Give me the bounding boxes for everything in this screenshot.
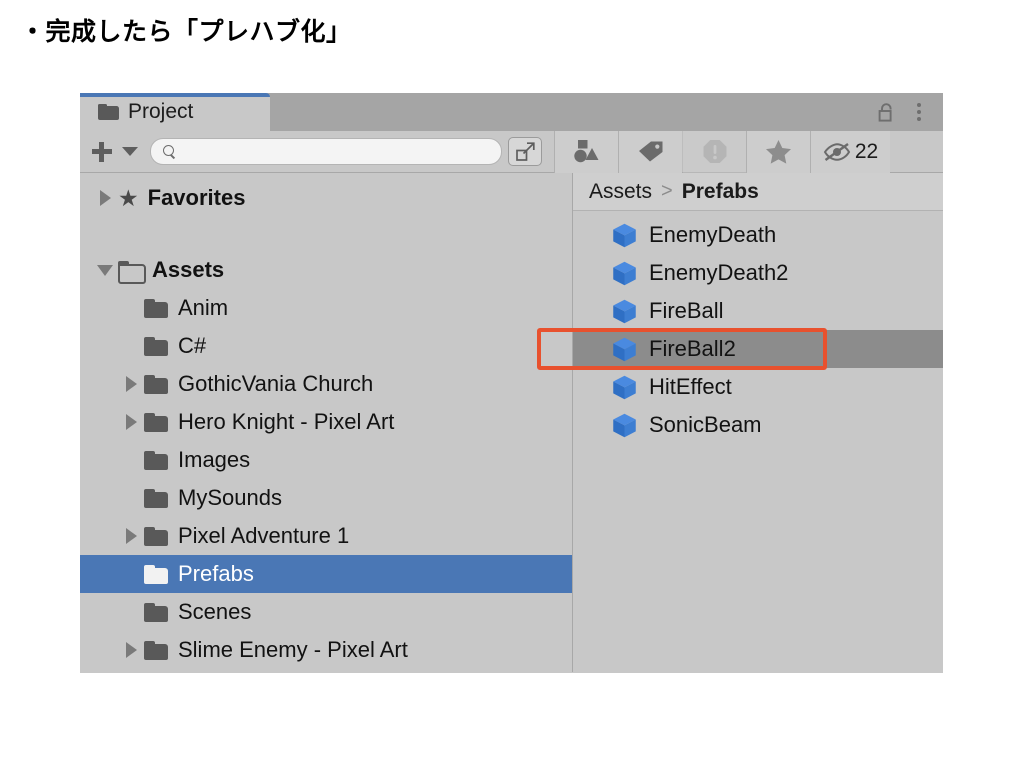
folder-open-icon — [118, 260, 146, 284]
search-input[interactable] — [182, 143, 482, 160]
project-toolbar: 22 — [80, 130, 943, 173]
asset-row-hiteffect[interactable]: HitEffect — [573, 368, 943, 406]
chevron-right-icon[interactable] — [92, 190, 118, 206]
project-body: ★ Favorites Assets Anim C# GothicVania C… — [80, 173, 943, 672]
expand-collapse-icon[interactable] — [508, 137, 542, 166]
filter-warnings-icon[interactable] — [682, 130, 746, 173]
search-icon — [163, 145, 176, 158]
breadcrumb-current[interactable]: Prefabs — [682, 180, 759, 204]
chevron-right-icon[interactable] — [118, 528, 144, 544]
prefab-cube-icon — [613, 299, 636, 323]
tree-item-label: Pixel Adventure 1 — [178, 523, 350, 548]
tree-item-label: Prefabs — [178, 561, 254, 586]
tree-item-assets[interactable]: Assets — [80, 251, 572, 289]
search-field[interactable] — [150, 138, 502, 165]
prefab-cube-icon — [613, 223, 636, 247]
asset-label: HitEffect — [649, 374, 732, 399]
tree-item-csharp[interactable]: C# — [80, 327, 572, 365]
folder-tree-pane: ★ Favorites Assets Anim C# GothicVania C… — [80, 173, 573, 672]
asset-row-fireball2[interactable]: FireBall2 — [537, 328, 943, 370]
filter-by-label-icon[interactable] — [618, 130, 682, 173]
tree-item-hero-knight[interactable]: Hero Knight - Pixel Art — [80, 403, 572, 441]
filter-button-group: 22 — [554, 130, 890, 173]
tree-item-mysounds[interactable]: MySounds — [80, 479, 572, 517]
breadcrumb: Assets > Prefabs — [573, 173, 943, 211]
asset-row-enemydeath2[interactable]: EnemyDeath2 — [573, 254, 943, 292]
asset-list: EnemyDeath EnemyDeath2 FireBall FireBall… — [537, 211, 943, 444]
asset-label: EnemyDeath2 — [649, 260, 789, 285]
hidden-items-count: 22 — [854, 139, 879, 163]
tree-item-images[interactable]: Images — [80, 441, 572, 479]
chevron-down-icon[interactable] — [92, 265, 118, 276]
tree-item-anim[interactable]: Anim — [80, 289, 572, 327]
folder-icon — [144, 374, 168, 394]
asset-row-enemydeath[interactable]: EnemyDeath — [573, 216, 943, 254]
slide-canvas: ・完成したら「プレハブ化」 Project 22 ★ Favorites Ass… — [0, 0, 1024, 768]
unity-project-window: Project 22 ★ Favorites Assets Anim C# Go… — [80, 93, 943, 673]
eye-slash-icon — [823, 142, 850, 161]
prefab-cube-icon — [613, 413, 636, 437]
asset-label: FireBall2 — [649, 336, 736, 361]
folder-icon — [144, 602, 168, 622]
asset-row-fireball[interactable]: FireBall — [573, 292, 943, 330]
tree-item-scenes[interactable]: Scenes — [80, 593, 572, 631]
filter-favorites-icon[interactable] — [746, 130, 810, 173]
tree-item-label: MySounds — [178, 485, 282, 510]
plus-icon — [92, 141, 112, 162]
chevron-down-icon — [122, 147, 138, 156]
hidden-items-toggle[interactable]: 22 — [810, 130, 890, 173]
tree-item-gothicvania-church[interactable]: GothicVania Church — [80, 365, 572, 403]
tree-item-label: GothicVania Church — [178, 371, 374, 396]
tree-item-pixel-adventure-1[interactable]: Pixel Adventure 1 — [80, 517, 572, 555]
prefab-cube-icon — [613, 375, 636, 399]
tree-item-label: Scenes — [178, 599, 252, 624]
window-tab-strip: Project — [80, 93, 943, 131]
folder-icon — [144, 298, 168, 318]
kebab-menu-icon[interactable] — [911, 101, 927, 123]
asset-label: SonicBeam — [649, 412, 762, 437]
asset-list-pane: Assets > Prefabs EnemyDeath EnemyDeath2 … — [537, 173, 943, 672]
folder-icon — [144, 336, 168, 356]
folder-icon — [144, 488, 168, 508]
folder-icon — [144, 640, 168, 660]
slide-heading: ・完成したら「プレハブ化」 — [20, 18, 352, 46]
prefab-cube-icon — [613, 261, 636, 285]
tree-item-label: C# — [178, 333, 207, 358]
folder-icon — [144, 412, 168, 432]
tree-item-label: Slime Enemy - Pixel Art — [178, 637, 408, 662]
tree-item-label: Hero Knight - Pixel Art — [178, 409, 395, 434]
lock-icon[interactable] — [878, 102, 895, 123]
asset-row-sonicbeam[interactable]: SonicBeam — [573, 406, 943, 444]
tab-project-label: Project — [128, 100, 194, 123]
chevron-right-icon[interactable] — [118, 642, 144, 658]
tree-item-slime-enemy[interactable]: Slime Enemy - Pixel Art — [80, 631, 572, 669]
prefab-cube-icon — [613, 337, 636, 361]
chevron-right-icon: > — [661, 180, 673, 202]
star-icon: ★ — [118, 184, 139, 211]
tree-item-label: Favorites — [147, 185, 246, 210]
filter-by-type-icon[interactable] — [554, 130, 618, 173]
asset-label: EnemyDeath — [649, 222, 777, 247]
tree-item-favorites[interactable]: ★ Favorites — [80, 179, 572, 217]
breadcrumb-root[interactable]: Assets — [589, 180, 652, 204]
chevron-right-icon[interactable] — [118, 414, 144, 430]
tree-item-label: Assets — [152, 257, 225, 282]
chevron-right-icon[interactable] — [118, 376, 144, 392]
folder-icon — [144, 564, 168, 584]
tree-item-label: Anim — [178, 295, 229, 320]
asset-label: FireBall — [649, 298, 724, 323]
create-asset-button[interactable] — [80, 141, 150, 162]
tree-item-prefabs[interactable]: Prefabs — [80, 555, 572, 593]
folder-icon — [144, 526, 168, 546]
window-tab-actions — [878, 93, 943, 131]
tab-project[interactable]: Project — [80, 93, 270, 131]
tree-item-label: Images — [178, 447, 251, 472]
folder-icon — [144, 450, 168, 470]
folder-icon — [98, 104, 119, 120]
